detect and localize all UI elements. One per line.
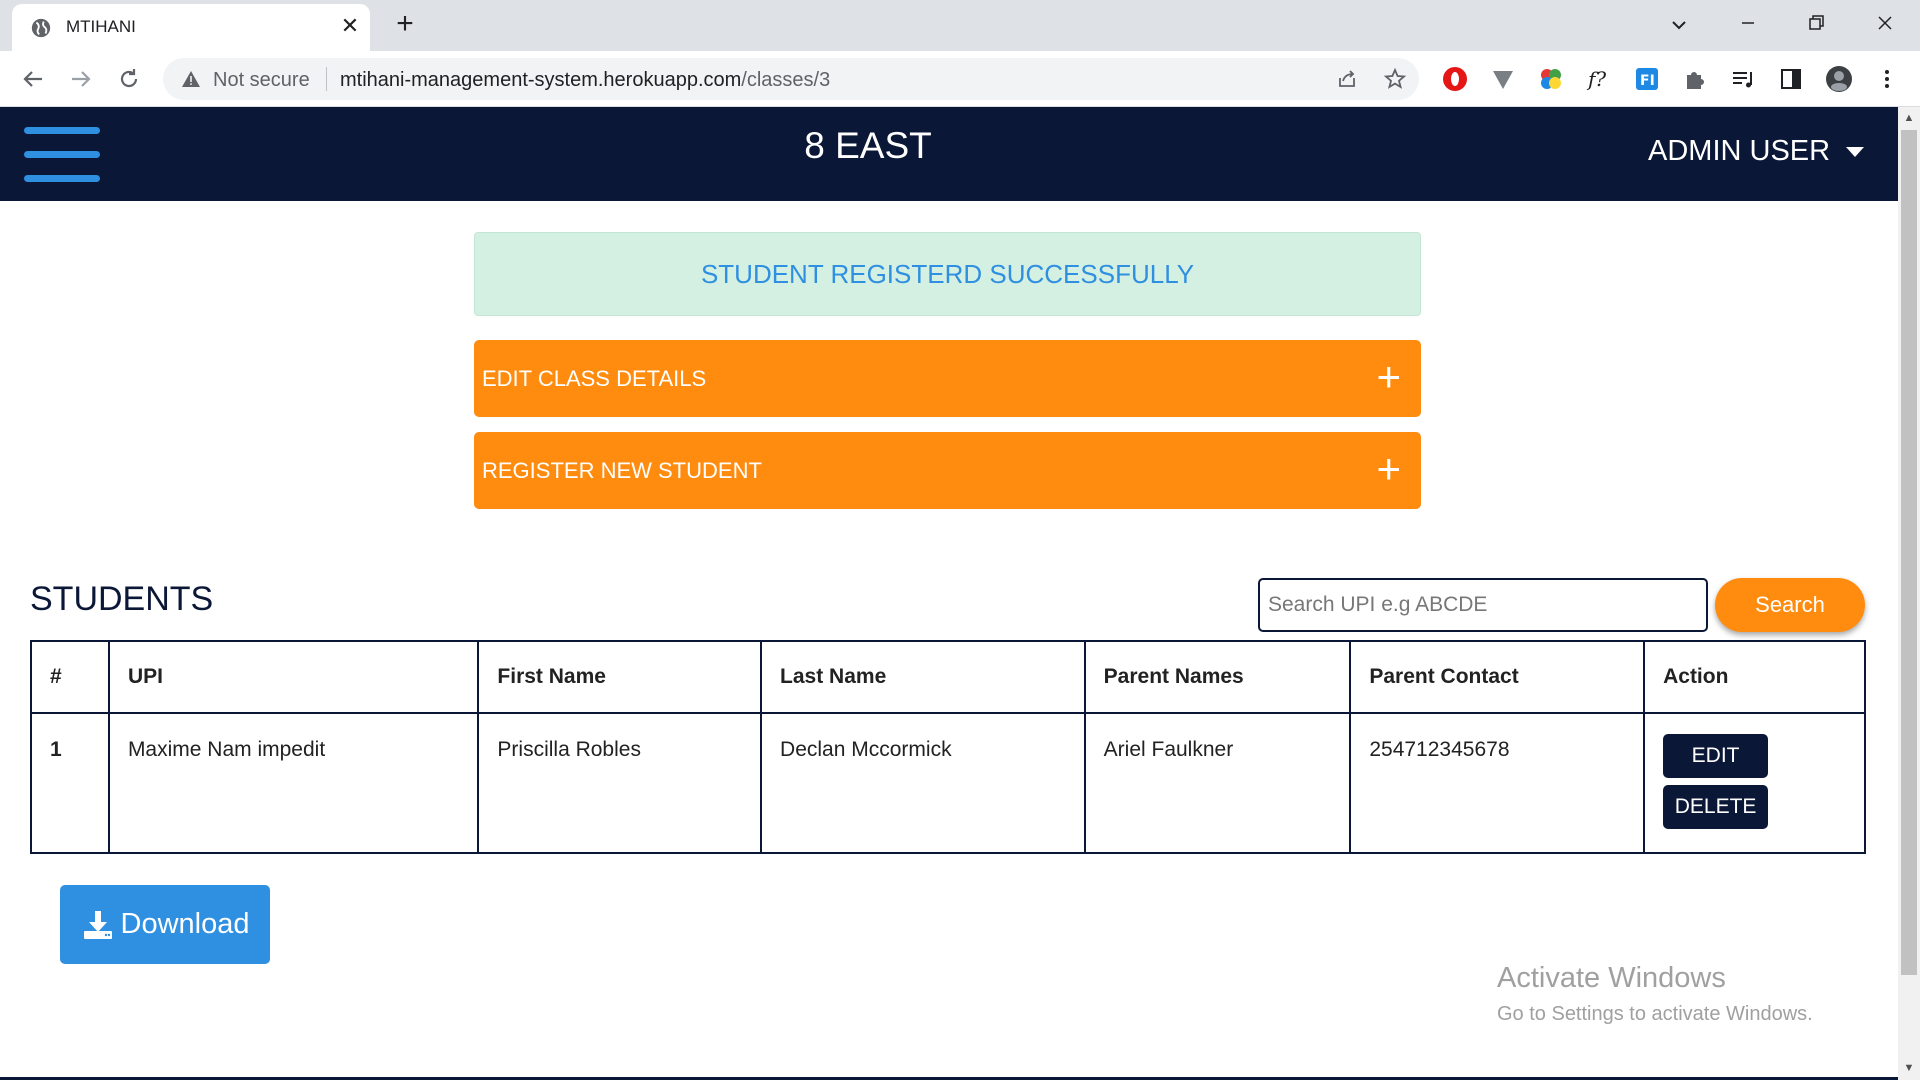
reading-list-icon[interactable] xyxy=(1729,65,1757,93)
fi-extension-icon[interactable]: FI xyxy=(1633,65,1661,93)
cell-first-name: Priscilla Robles xyxy=(477,712,763,854)
share-icon[interactable] xyxy=(1335,67,1359,91)
scrollbar-thumb[interactable] xyxy=(1901,130,1917,975)
side-panel-icon[interactable] xyxy=(1777,65,1805,93)
cell-upi: Maxime Nam impedit xyxy=(107,712,480,854)
column-header-action: Action xyxy=(1643,640,1866,714)
scroll-up-arrow-icon[interactable]: ▲ xyxy=(1898,108,1920,128)
new-tab-icon[interactable]: + xyxy=(391,9,419,39)
bookmark-star-icon[interactable] xyxy=(1383,67,1407,91)
close-tab-icon[interactable]: ✕ xyxy=(338,14,362,38)
search-button[interactable]: Search xyxy=(1715,578,1865,632)
user-menu-label: ADMIN USER xyxy=(1648,135,1831,167)
success-alert: STUDENT REGISTERD SUCCESSFULLY xyxy=(474,232,1421,316)
cell-last-name: Declan Mccormick xyxy=(760,712,1086,854)
font-finder-extension-icon[interactable]: f? xyxy=(1585,65,1613,93)
edit-student-button[interactable]: EDIT xyxy=(1663,734,1769,778)
cell-parent-names: Ariel Faulkner xyxy=(1083,712,1352,854)
user-menu[interactable]: ADMIN USER xyxy=(1648,135,1865,168)
download-button[interactable]: Download xyxy=(60,885,270,964)
windows-activation-watermark: Activate Windows Go to Settings to activ… xyxy=(1497,962,1813,1026)
column-header-parent-contact: Parent Contact xyxy=(1349,640,1646,714)
warning-icon[interactable] xyxy=(181,69,201,89)
cell-num: 1 xyxy=(30,712,110,854)
security-label[interactable]: Not secure xyxy=(213,69,310,92)
url-text[interactable]: mtihani-management-system.herokuapp.com/… xyxy=(340,69,830,92)
accordion-label: EDIT CLASS DETAILS xyxy=(482,366,707,391)
url-path: /classes/3 xyxy=(741,69,831,91)
students-table: # UPI First Name Last Name Parent Names … xyxy=(30,640,1866,854)
table-row: 1 Maxime Nam impedit Priscilla Robles De… xyxy=(30,712,1866,854)
svg-text:f?: f? xyxy=(1586,67,1606,91)
scroll-down-arrow-icon[interactable]: ▼ xyxy=(1898,1058,1920,1078)
opera-extension-icon[interactable] xyxy=(1441,65,1469,93)
browser-toolbar: Not secure mtihani-management-system.her… xyxy=(0,51,1920,107)
page-title: 8 EAST xyxy=(804,125,932,166)
plus-icon: + xyxy=(1376,353,1401,400)
minimize-icon[interactable] xyxy=(1733,8,1763,38)
restore-icon[interactable] xyxy=(1801,8,1831,38)
close-window-icon[interactable] xyxy=(1870,8,1900,38)
cell-parent-contact: 254712345678 xyxy=(1349,712,1646,854)
address-bar[interactable]: Not secure mtihani-management-system.her… xyxy=(163,58,1419,100)
column-header-num: # xyxy=(30,640,110,714)
watermark-title: Activate Windows xyxy=(1497,962,1726,994)
tab-search-chevron-icon[interactable] xyxy=(1664,10,1694,40)
forward-arrow-icon[interactable] xyxy=(66,64,96,94)
caret-down-icon xyxy=(1846,146,1865,157)
back-arrow-icon[interactable] xyxy=(18,64,48,94)
plus-icon: + xyxy=(1376,445,1401,492)
svg-text:FI: FI xyxy=(1640,73,1655,89)
reload-icon[interactable] xyxy=(114,64,144,94)
tab-title: MTIHANI xyxy=(66,17,136,36)
column-header-parent-names: Parent Names xyxy=(1083,640,1352,714)
vee-extension-icon[interactable] xyxy=(1489,65,1517,93)
profile-avatar-icon[interactable] xyxy=(1825,65,1853,93)
cell-action: EDIT DELETE xyxy=(1643,712,1866,854)
download-label: Download xyxy=(120,908,250,940)
register-new-student-accordion[interactable]: REGISTER NEW STUDENT + xyxy=(474,432,1421,509)
address-separator xyxy=(326,67,327,91)
upi-search-input[interactable] xyxy=(1258,578,1708,632)
table-header-row: # UPI First Name Last Name Parent Names … xyxy=(30,640,1866,714)
download-icon xyxy=(83,910,112,939)
globe-icon xyxy=(31,18,51,38)
accordion-label: REGISTER NEW STUDENT xyxy=(482,458,762,483)
browser-tab-strip: MTIHANI ✕ + xyxy=(0,0,1920,51)
column-header-upi: UPI xyxy=(107,640,480,714)
browser-tab[interactable]: MTIHANI ✕ xyxy=(12,4,370,51)
color-wheel-extension-icon[interactable] xyxy=(1537,65,1565,93)
extensions-puzzle-icon[interactable] xyxy=(1681,65,1709,93)
edit-class-details-accordion[interactable]: EDIT CLASS DETAILS + xyxy=(474,340,1421,417)
column-header-last-name: Last Name xyxy=(760,640,1086,714)
column-header-first-name: First Name xyxy=(477,640,763,714)
url-host: mtihani-management-system.herokuapp.com xyxy=(340,69,742,91)
students-heading: STUDENTS xyxy=(30,580,214,618)
app-header: 8 EAST ADMIN USER xyxy=(0,107,1898,201)
browser-menu-icon[interactable] xyxy=(1873,65,1901,93)
delete-student-button[interactable]: DELETE xyxy=(1663,785,1769,829)
watermark-subtitle: Go to Settings to activate Windows. xyxy=(1497,1003,1813,1025)
